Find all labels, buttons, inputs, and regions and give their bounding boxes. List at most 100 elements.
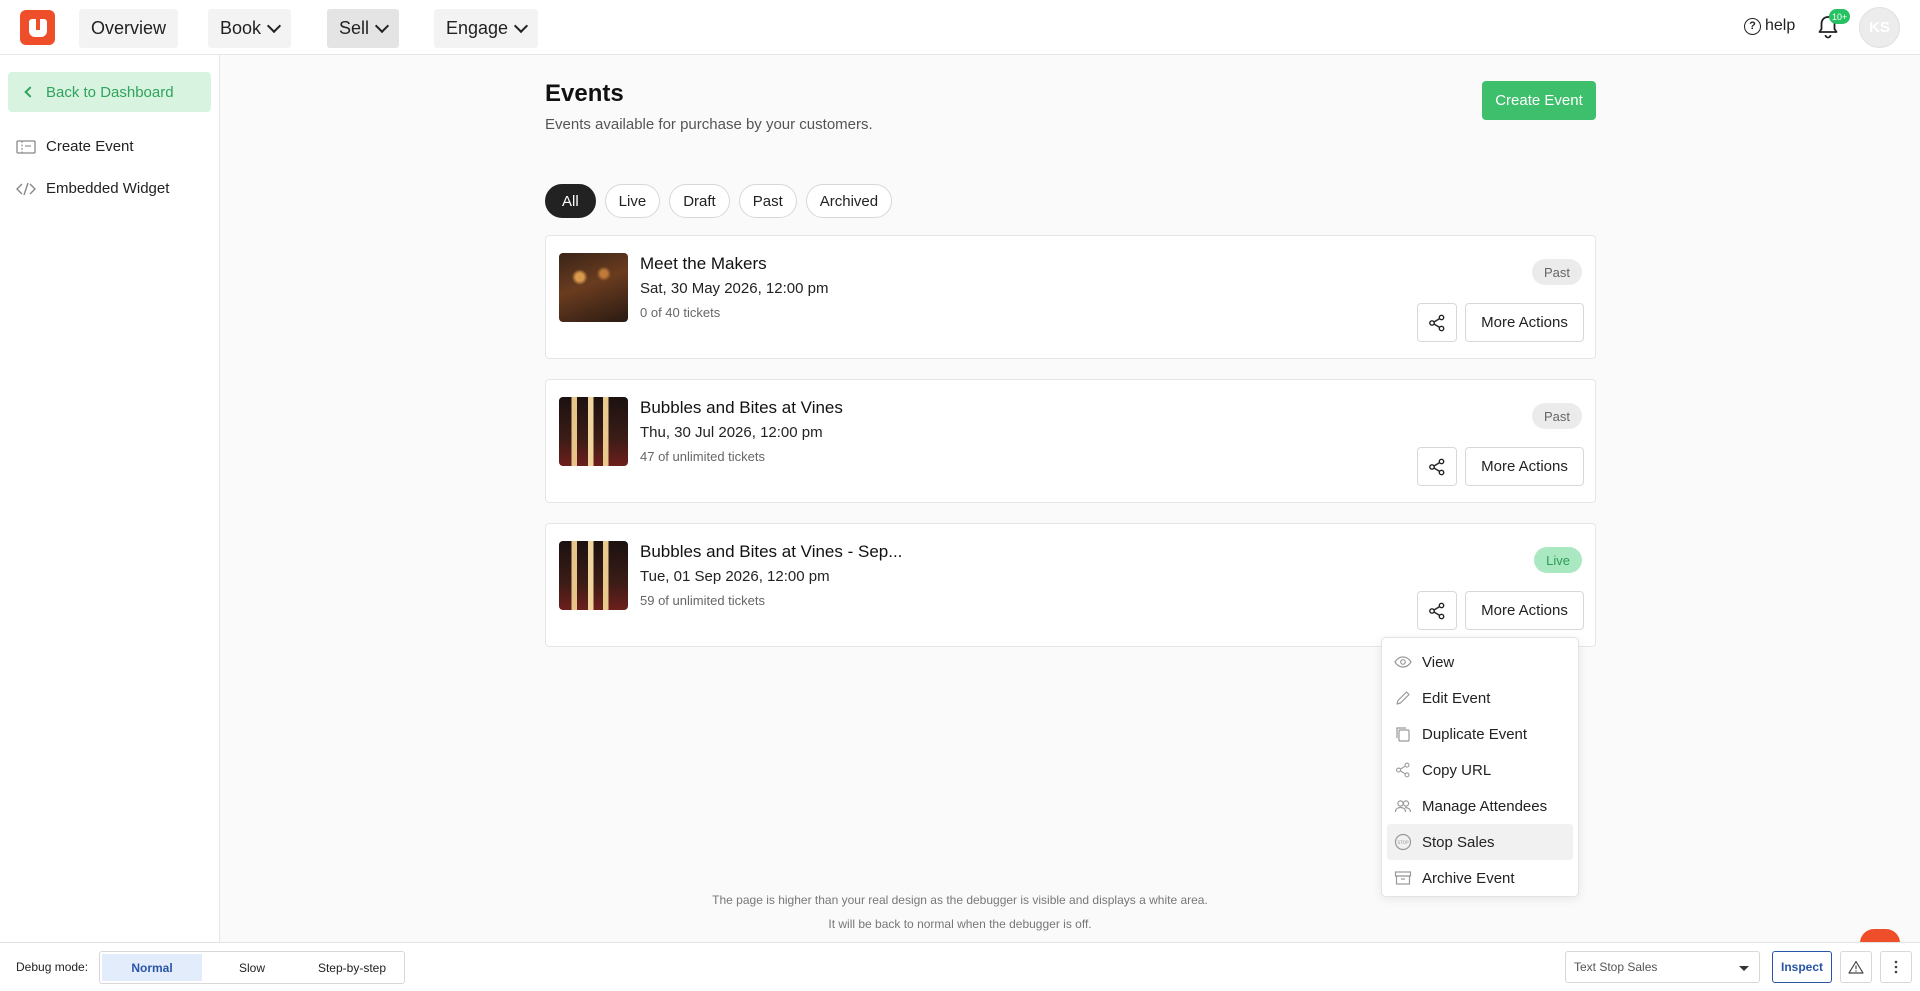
- sidebar: Back to Dashboard Create Event Embedded …: [0, 55, 220, 942]
- event-date: Tue, 01 Sep 2026, 12:00 pm: [640, 568, 830, 585]
- nav-sell-label: Sell: [339, 18, 370, 38]
- event-title: Bubbles and Bites at Vines - Sep...: [640, 542, 903, 561]
- event-tickets: 47 of unlimited tickets: [640, 449, 766, 464]
- status-badge: Past: [1531, 403, 1582, 429]
- debug-mode-step-by-step[interactable]: Step-by-step: [302, 954, 402, 981]
- svg-text:STOP: STOP: [1397, 840, 1409, 845]
- chevron-down-icon: [266, 18, 282, 34]
- menu-item-stop-sales[interactable]: STOP Stop Sales: [1387, 824, 1573, 860]
- filter-live[interactable]: Live: [604, 184, 661, 218]
- debug-bar: Debug mode: Normal Slow Step-by-step Tex…: [0, 942, 1920, 991]
- sidebar-item-embedded-widget[interactable]: Embedded Widget: [16, 180, 169, 197]
- debug-mode-label: Debug mode:: [16, 960, 89, 974]
- more-vertical-icon: [1894, 960, 1898, 974]
- debug-mode-normal[interactable]: Normal: [102, 954, 202, 981]
- menu-item-view[interactable]: View: [1387, 644, 1573, 680]
- page-subtitle: Events available for purchase by your cu…: [545, 116, 873, 133]
- help-label: help: [1765, 17, 1796, 34]
- nav-engage[interactable]: Engage: [434, 9, 539, 48]
- nav-engage-label: Engage: [446, 18, 509, 38]
- page-title: Events: [545, 80, 624, 107]
- ticket-icon: [16, 139, 36, 154]
- chat-widget-icon[interactable]: [1860, 929, 1900, 943]
- status-badge: Past: [1531, 259, 1582, 285]
- sidebar-item-label: Create Event: [46, 138, 134, 155]
- share-icon: [1429, 602, 1445, 619]
- warning-button[interactable]: [1840, 951, 1872, 983]
- menu-item-label: View: [1422, 653, 1455, 671]
- event-title: Meet the Makers: [640, 254, 767, 273]
- filter-draft[interactable]: Draft: [669, 184, 730, 218]
- notification-badge: 10+: [1829, 9, 1851, 24]
- share-button[interactable]: [1417, 447, 1457, 486]
- caret-down-icon: [1739, 966, 1749, 971]
- debug-mode-slow[interactable]: Slow: [202, 954, 302, 981]
- nav-sell[interactable]: Sell: [327, 9, 400, 48]
- event-tickets: 59 of unlimited tickets: [640, 593, 766, 608]
- event-date: Thu, 30 Jul 2026, 12:00 pm: [640, 424, 823, 441]
- event-title: Bubbles and Bites at Vines: [640, 398, 843, 417]
- debug-mode-selector: Normal Slow Step-by-step: [99, 951, 405, 984]
- back-to-dashboard-label: Back to Dashboard: [46, 83, 174, 101]
- users-icon: [1394, 800, 1412, 813]
- sidebar-item-create-event[interactable]: Create Event: [16, 138, 134, 155]
- debug-note-line1: The page is higher than your real design…: [712, 893, 1208, 907]
- chevron-left-icon: [24, 86, 36, 98]
- code-icon: [16, 182, 36, 195]
- more-actions-button[interactable]: More Actions: [1465, 303, 1584, 342]
- more-actions-button[interactable]: More Actions: [1465, 447, 1584, 486]
- more-actions-button[interactable]: More Actions: [1465, 591, 1584, 630]
- copy-icon: [1396, 727, 1410, 742]
- menu-item-label: Manage Attendees: [1422, 797, 1548, 815]
- share-button[interactable]: [1417, 303, 1457, 342]
- menu-item-label: Stop Sales: [1422, 833, 1495, 851]
- debug-more-button[interactable]: [1880, 951, 1912, 983]
- app-logo[interactable]: [20, 10, 55, 45]
- pencil-icon: [1396, 691, 1410, 705]
- menu-item-label: Archive Event: [1422, 869, 1515, 887]
- avatar[interactable]: KS: [1859, 7, 1900, 48]
- menu-item-edit-event[interactable]: Edit Event: [1387, 680, 1573, 716]
- archive-icon: [1394, 871, 1412, 885]
- warning-icon: [1848, 960, 1864, 974]
- back-to-dashboard-button[interactable]: Back to Dashboard: [8, 72, 211, 112]
- nav-book[interactable]: Book: [208, 9, 292, 48]
- event-thumbnail: [559, 397, 628, 466]
- filter-past[interactable]: Past: [738, 184, 797, 218]
- nav-book-label: Book: [220, 18, 262, 38]
- share-icon: [1396, 762, 1410, 778]
- help-icon: ?: [1744, 17, 1761, 35]
- menu-item-copy-url[interactable]: Copy URL: [1387, 752, 1573, 788]
- event-date: Sat, 30 May 2026, 12:00 pm: [640, 280, 829, 297]
- chevron-down-icon: [374, 18, 390, 34]
- menu-item-manage-attendees[interactable]: Manage Attendees: [1387, 788, 1573, 824]
- filter-all[interactable]: All: [545, 184, 596, 218]
- menu-item-label: Duplicate Event: [1422, 725, 1528, 743]
- chevron-down-icon: [513, 18, 529, 34]
- nav-overview-label: Overview: [91, 18, 167, 38]
- inspect-button[interactable]: Inspect: [1772, 951, 1832, 983]
- menu-item-archive-event[interactable]: Archive Event: [1387, 860, 1573, 896]
- menu-item-label: Edit Event: [1422, 689, 1491, 707]
- menu-item-label: Copy URL: [1422, 761, 1492, 779]
- debug-note-line2: It will be back to normal when the debug…: [828, 917, 1092, 931]
- share-icon: [1429, 458, 1445, 475]
- filter-archived[interactable]: Archived: [805, 184, 893, 218]
- event-card[interactable]: Bubbles and Bites at Vines Thu, 30 Jul 2…: [545, 379, 1596, 503]
- help-link[interactable]: ? help: [1744, 17, 1795, 35]
- event-thumbnail: [559, 541, 628, 610]
- event-card[interactable]: Meet the Makers Sat, 30 May 2026, 12:00 …: [545, 235, 1596, 359]
- sidebar-item-label: Embedded Widget: [46, 180, 170, 197]
- share-icon: [1429, 314, 1445, 331]
- debug-element-select[interactable]: Text Stop Sales: [1565, 951, 1760, 983]
- create-event-button[interactable]: Create Event: [1482, 81, 1596, 120]
- more-actions-menu: View Edit Event Duplicate Event Copy URL: [1381, 637, 1579, 897]
- menu-item-duplicate-event[interactable]: Duplicate Event: [1387, 716, 1573, 752]
- nav-overview[interactable]: Overview: [79, 9, 179, 48]
- event-card[interactable]: Bubbles and Bites at Vines - Sep... Tue,…: [545, 523, 1596, 647]
- filter-tabs: All Live Draft Past Archived: [545, 184, 893, 218]
- eye-icon: [1394, 656, 1412, 668]
- event-thumbnail: [559, 253, 628, 322]
- event-tickets: 0 of 40 tickets: [640, 305, 721, 320]
- share-button[interactable]: [1417, 591, 1457, 630]
